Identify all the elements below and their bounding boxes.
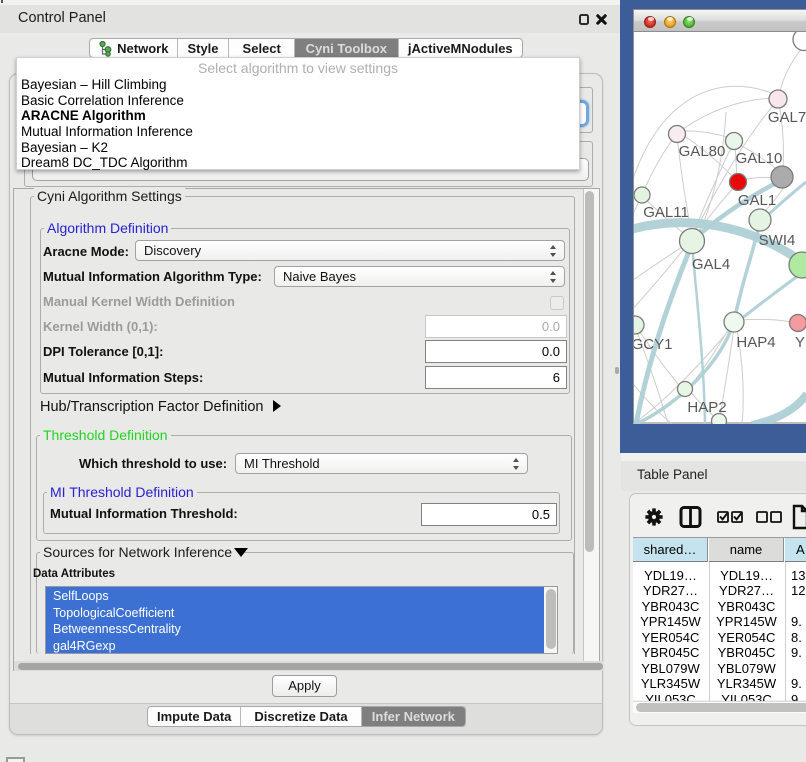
svg-text:GAL7: GAL7 [768,109,806,126]
svg-text:GAL11: GAL11 [643,204,689,221]
svg-text:HAP2: HAP2 [687,399,726,416]
svg-text:GAL1: GAL1 [738,192,776,209]
svg-text:Y: Y [795,334,805,351]
svg-text:GAL4: GAL4 [692,256,730,273]
svg-text:GCY1: GCY1 [634,336,672,353]
svg-text:HAP4: HAP4 [736,334,775,351]
svg-text:GAL80: GAL80 [679,143,726,160]
svg-text:GAL10: GAL10 [736,150,783,167]
svg-text:SWI4: SWI4 [759,232,796,249]
